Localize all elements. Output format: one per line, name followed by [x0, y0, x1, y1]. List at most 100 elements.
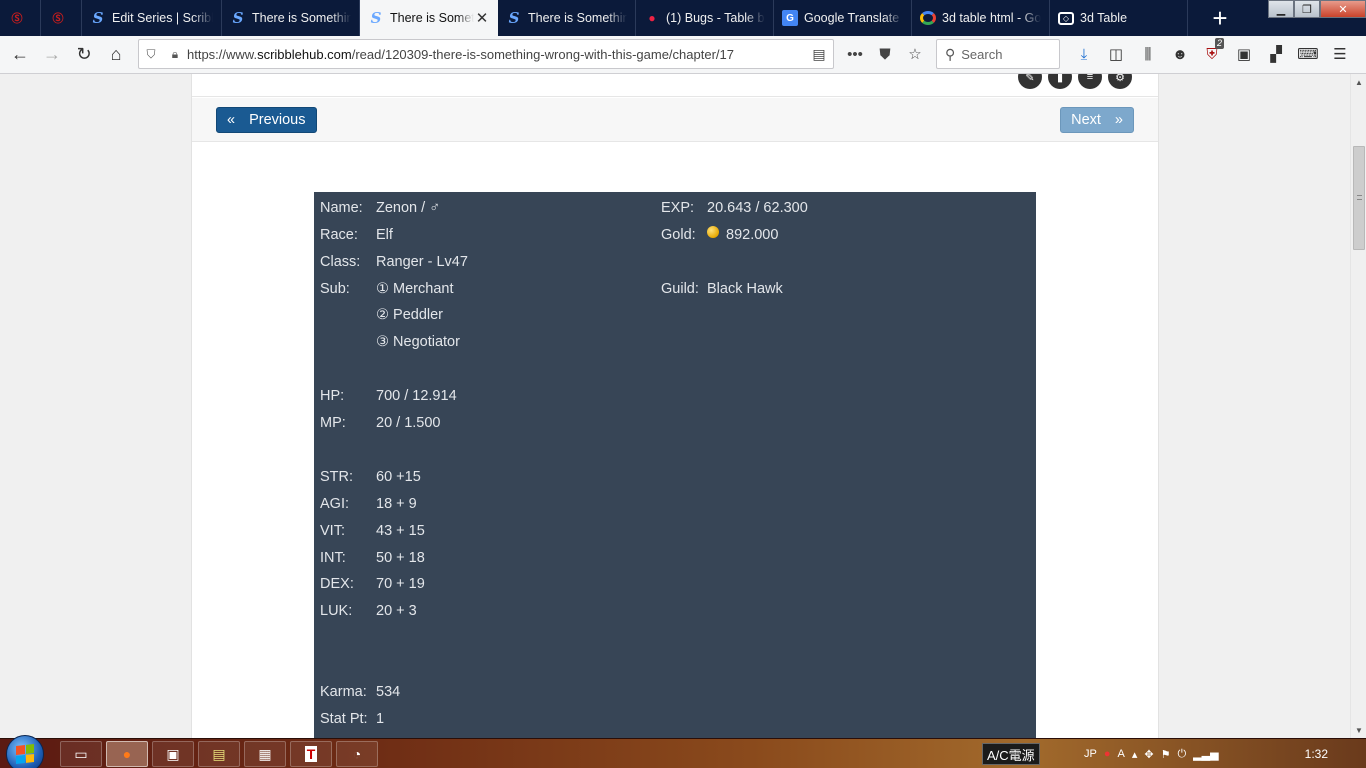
menu-icon[interactable]: ☰: [1324, 45, 1356, 63]
taskbar-notepad[interactable]: ▤: [198, 741, 240, 767]
edit-icon[interactable]: ✎: [1018, 74, 1042, 89]
taskbar-firefox[interactable]: ●: [106, 741, 148, 767]
bookmark-star-icon[interactable]: ☆: [902, 45, 928, 63]
flag-icon[interactable]: ⚑: [1161, 748, 1171, 761]
browser-tab[interactable]: 3d table html - Google: [912, 0, 1050, 36]
bug-icon: ●: [648, 11, 656, 25]
arrow-right-icon: →: [43, 44, 61, 64]
scribblehub-icon: S: [370, 9, 382, 27]
chapter-card: ✎ ▮ ≡ ⚙ « Previous Next » Name: Zenon / ♂…: [191, 74, 1159, 738]
browser-tab[interactable]: Ⓢ: [0, 0, 41, 36]
url-text[interactable]: https://www.scribblehub.com/read/120309-…: [187, 47, 805, 62]
extension-monkey-icon[interactable]: ☻: [1164, 46, 1196, 63]
browser-tab[interactable]: S Edit Series | Scribble Hub: [82, 0, 222, 36]
status-window: Name: Zenon / ♂ Race: Elf Class: Ranger - Lv4…: [314, 192, 1036, 738]
pocket-icon[interactable]: ⛊: [872, 46, 898, 63]
maximize-button[interactable]: ❐: [1294, 0, 1320, 18]
ime-a-icon[interactable]: A: [1118, 748, 1125, 760]
home-button[interactable]: ⌂: [100, 39, 132, 71]
browser-tab[interactable]: G Google Translate: [774, 0, 912, 36]
stat-value: Zenon / ♂: [376, 200, 441, 216]
taskbar-explorer[interactable]: ▭: [60, 741, 102, 767]
stat-label: Race:: [320, 227, 358, 243]
stat-label: VIT:: [320, 523, 345, 539]
tab-title: There is Something Wrong: [390, 11, 474, 25]
devtools-icon[interactable]: ⌨: [1292, 45, 1324, 63]
language-indicator[interactable]: JP: [1084, 748, 1097, 760]
guild-value: Black Hawk: [707, 281, 783, 297]
search-box[interactable]: ⚲: [936, 39, 1060, 69]
settings-icon[interactable]: ⚙: [1108, 74, 1132, 89]
sidebar-icon[interactable]: ◫: [1100, 45, 1132, 63]
minimize-button[interactable]: ▁: [1268, 0, 1294, 18]
stat-value: 20 + 3: [376, 603, 417, 619]
start-button[interactable]: [6, 735, 44, 768]
scroll-down-arrow-icon[interactable]: ▼: [1351, 722, 1366, 738]
stat-value: 20 / 1.500: [376, 415, 441, 431]
reload-icon: ↻: [76, 44, 92, 64]
gold-label: Gold:: [661, 227, 696, 243]
clock[interactable]: 1:32: [1305, 747, 1328, 761]
stat-label: STR:: [320, 469, 354, 485]
grid-icon[interactable]: ▞: [1260, 45, 1292, 63]
tab-title: (1) Bugs - Table bug: [666, 11, 765, 25]
scroll-up-arrow-icon[interactable]: ▲: [1351, 74, 1366, 90]
image-icon[interactable]: ▣: [1228, 45, 1260, 63]
browser-tab[interactable]: S There is Something Wrong✕: [360, 0, 498, 36]
reader-view-icon[interactable]: ▤: [805, 46, 833, 63]
back-button[interactable]: ←: [4, 39, 36, 71]
scroll-thumb[interactable]: [1353, 146, 1365, 250]
taskbar-calculator[interactable]: ▦: [244, 741, 286, 767]
ime-ball-icon[interactable]: ●: [1104, 748, 1111, 760]
stat-label: INT:: [320, 550, 346, 566]
close-window-button[interactable]: ✕: [1320, 0, 1366, 18]
bookmark-icon[interactable]: ▮: [1048, 74, 1072, 89]
ime-indicator[interactable]: A/C電源: [982, 743, 1040, 765]
stat-value: Ranger - Lv47: [376, 254, 468, 270]
new-tab-button[interactable]: +: [1200, 0, 1240, 36]
list-icon[interactable]: ≡: [1078, 74, 1102, 89]
browser-tab[interactable]: ◇ 3d Table: [1050, 0, 1188, 36]
notepad-icon: ▤: [212, 745, 226, 762]
url-bar[interactable]: ⛉ 🔒︎ https://www.scribblehub.com/read/12…: [138, 39, 834, 69]
previous-chapter-button[interactable]: « Previous: [216, 107, 317, 133]
network-signal-icon[interactable]: ▂▃▅: [1193, 748, 1218, 761]
browser-tab[interactable]: S There is Something Wrong: [222, 0, 360, 36]
taskbar-paint[interactable]: ◔: [336, 741, 378, 767]
stat-value: 43 + 15: [376, 523, 425, 539]
taskbar-remote-desktop[interactable]: ▣: [152, 741, 194, 767]
move-icon[interactable]: ✥: [1144, 748, 1153, 761]
next-chapter-button[interactable]: Next »: [1060, 107, 1134, 133]
stat-value: ③ Negotiator: [376, 334, 460, 350]
taskbar-text-app[interactable]: T: [290, 741, 332, 767]
more-actions-icon[interactable]: •••: [842, 46, 868, 63]
browser-tab[interactable]: ● (1) Bugs - Table bug: [636, 0, 774, 36]
forward-button[interactable]: →: [36, 39, 68, 71]
stat-value: 700 / 12.914: [376, 388, 457, 404]
power-icon[interactable]: ⏻: [1177, 748, 1186, 761]
taskbar: ▭ ● ▣ ▤ ▦ T ◔ A/C電源 JP ● A ▴ ✥ ⚑ ⏻ ▂▃▅ 1…: [0, 735, 1366, 768]
scribblehub-icon: S: [92, 9, 104, 27]
vertical-scrollbar[interactable]: ▲ ▼: [1350, 74, 1366, 738]
browser-tab[interactable]: Ⓢ: [41, 0, 82, 36]
ublock-icon[interactable]: ⛨ 2: [1196, 37, 1228, 63]
tab-close-icon[interactable]: ✕: [474, 9, 490, 27]
monitor-icon: ▣: [166, 745, 180, 762]
library-icon[interactable]: ⫼: [1132, 46, 1164, 63]
google-icon: [920, 11, 936, 25]
stat-value: 1: [376, 711, 385, 727]
tray-expand-icon[interactable]: ▴: [1132, 748, 1138, 761]
lock-icon[interactable]: 🔒︎: [163, 47, 187, 62]
search-input[interactable]: [961, 46, 1042, 62]
stat-label: Sub:: [320, 281, 350, 297]
download-icon[interactable]: ⤓: [1068, 46, 1100, 63]
reload-button[interactable]: ↻: [68, 39, 100, 71]
folder-icon: ▭: [74, 745, 88, 762]
shield-icon[interactable]: ⛉: [139, 47, 163, 62]
browser-tab[interactable]: S There is Something Wrong: [498, 0, 636, 36]
home-icon: ⌂: [110, 44, 122, 64]
tab-strip: Ⓢ Ⓢ S Edit Series | Scribble Hub S There is S…: [0, 0, 1188, 36]
stat-label: DEX:: [320, 576, 354, 592]
palette-icon: ◔: [352, 746, 362, 762]
page-viewport: ✎ ▮ ≡ ⚙ « Previous Next » Name: Zenon / ♂…: [0, 74, 1350, 738]
